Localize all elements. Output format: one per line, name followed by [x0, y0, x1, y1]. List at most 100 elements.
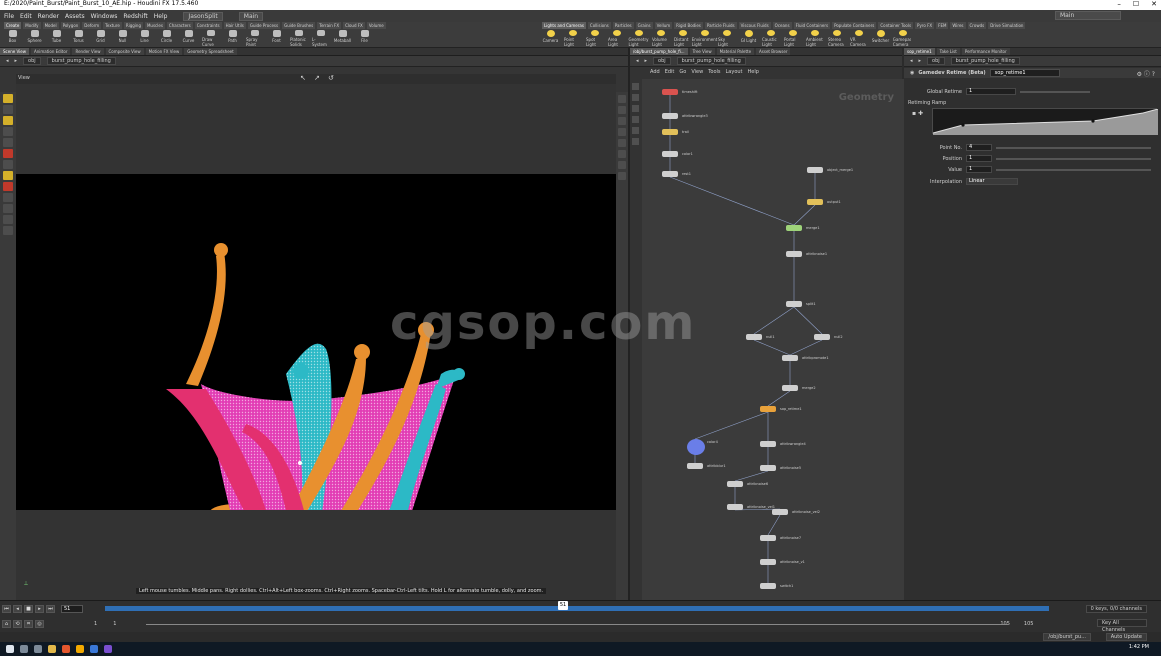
network-node[interactable]: [760, 535, 776, 541]
houdini-icon[interactable]: [76, 645, 84, 653]
menu-help[interactable]: Help: [748, 69, 759, 75]
shelf-right-tab[interactable]: FEM: [936, 22, 949, 29]
shelf-left-tab[interactable]: Characters: [166, 22, 193, 29]
path-obj[interactable]: obj: [927, 57, 945, 65]
shelf-tool-button[interactable]: Sphere: [26, 30, 43, 47]
timeline-cursor[interactable]: 51: [558, 601, 568, 610]
shelf-left-tab[interactable]: Cloud FX: [343, 22, 365, 29]
shelf-tool-button[interactable]: Volume Light: [652, 30, 669, 47]
menu-add[interactable]: Add: [650, 69, 660, 75]
camera-tool-icon[interactable]: [3, 193, 13, 202]
shelf-right-tab[interactable]: Oceans: [772, 22, 792, 29]
normals-icon[interactable]: [618, 150, 626, 158]
gear-icon[interactable]: ⚙ ⓘ ?: [1137, 69, 1155, 78]
net-tool-icon[interactable]: [632, 116, 639, 123]
shelf-left-tab[interactable]: Hair Utils: [223, 22, 246, 29]
tab-scene-view[interactable]: Scene View: [0, 48, 29, 55]
shelf-left-tab[interactable]: Create: [4, 22, 22, 29]
range-tool-icon[interactable]: ⌂: [2, 620, 11, 628]
shelf-left-tab[interactable]: Volume: [366, 22, 386, 29]
task-view-icon[interactable]: [34, 645, 42, 653]
range-end-2[interactable]: 105: [1024, 621, 1034, 627]
shelf-left-tab[interactable]: Terrain FX: [317, 22, 342, 29]
background-icon[interactable]: [618, 172, 626, 180]
eye-tool-icon[interactable]: [3, 226, 13, 235]
network-node[interactable]: [662, 171, 678, 177]
shelf-left-tab[interactable]: Modify: [23, 22, 41, 29]
shelf-tool-button[interactable]: Spot Light: [586, 30, 603, 47]
tab-composite-view[interactable]: Composite View: [105, 48, 144, 55]
shelf-tool-button[interactable]: Point Light: [564, 30, 581, 47]
retiming-ramp-editor[interactable]: [932, 108, 1159, 135]
shelf-right-tab[interactable]: Wires: [950, 22, 966, 29]
close-button[interactable]: ✕: [1151, 0, 1157, 8]
tab-params[interactable]: sop_retime1: [904, 48, 935, 55]
shelf-right-tab[interactable]: Populate Containers: [832, 22, 877, 29]
range-track[interactable]: [146, 624, 1008, 625]
net-tool-icon[interactable]: [632, 127, 639, 134]
shelf-tool-button[interactable]: Font: [268, 30, 285, 47]
back-arrow-icon[interactable]: ◂: [6, 58, 9, 64]
range-start-2[interactable]: 1: [113, 621, 116, 627]
menu-windows[interactable]: Windows: [91, 13, 118, 20]
global-retime-slider[interactable]: [1020, 90, 1090, 93]
menu-edit[interactable]: Edit: [20, 13, 32, 20]
shelf-right-tab[interactable]: Crowds: [967, 22, 987, 29]
range-start[interactable]: 1: [94, 621, 97, 627]
move-tool-icon[interactable]: [3, 116, 13, 125]
position-field[interactable]: 1: [966, 155, 992, 162]
tab-asset-browser[interactable]: Asset Browser: [756, 48, 791, 55]
path-obj[interactable]: obj: [653, 57, 671, 65]
network-node[interactable]: [786, 301, 802, 307]
network-node[interactable]: [772, 509, 788, 515]
menu-assets[interactable]: Assets: [65, 13, 85, 20]
ramp-add-icon[interactable]: ▪ ✚: [912, 110, 923, 117]
shelf-right-tab[interactable]: Particle Fluids: [704, 22, 737, 29]
shelf-right-tab[interactable]: Lights and Cameras: [542, 22, 586, 29]
brush-tool-icon[interactable]: [3, 160, 13, 169]
network-node[interactable]: [786, 225, 802, 231]
network-node[interactable]: [687, 463, 703, 469]
path-node[interactable]: burst_pump_hole_filling: [46, 57, 116, 65]
path-obj[interactable]: obj: [23, 57, 41, 65]
tab-geometry-spreadsheet[interactable]: Geometry Spreadsheet: [184, 48, 237, 55]
menu-go[interactable]: Go: [679, 69, 686, 75]
grid-icon[interactable]: [618, 161, 626, 169]
network-node[interactable]: [746, 334, 762, 340]
search-icon[interactable]: [20, 645, 28, 653]
range-tool-icon[interactable]: ⌗: [24, 620, 33, 628]
shelf-tool-button[interactable]: GI Light: [740, 30, 757, 47]
status-path[interactable]: /obj/burst_pu...: [1043, 633, 1091, 641]
display-option-icon[interactable]: [618, 95, 626, 103]
pose-tool-icon[interactable]: [3, 149, 13, 158]
node-name-field[interactable]: sop_retime1: [989, 69, 1060, 77]
stop-button[interactable]: ■: [24, 605, 33, 613]
shelf-right-tab[interactable]: Rigid Bodies: [674, 22, 703, 29]
shelf-tool-button[interactable]: Line: [136, 30, 153, 47]
network-node[interactable]: [727, 504, 743, 510]
shelf-right-tab[interactable]: Fluid Containers: [793, 22, 831, 29]
step-back-button[interactable]: ◂: [13, 605, 22, 613]
network-node[interactable]: [760, 465, 776, 471]
path-node[interactable]: burst_pump_hole_filling: [950, 57, 1020, 65]
shelf-left-tab[interactable]: Guide Process: [247, 22, 281, 29]
network-node[interactable]: [807, 167, 823, 173]
auto-update-button[interactable]: Auto Update: [1105, 633, 1147, 641]
right-desktop-select[interactable]: Main: [1055, 11, 1121, 20]
menu-render[interactable]: Render: [38, 13, 59, 20]
shelf-tool-button[interactable]: VR Camera: [850, 30, 867, 47]
tab-performance-monitor[interactable]: Performance Monitor: [961, 48, 1010, 55]
play-button[interactable]: ▸: [35, 605, 44, 613]
handle-tool-icon[interactable]: [3, 105, 13, 114]
shelf-left-tab[interactable]: Guide Brushes: [282, 22, 316, 29]
shelf-left-tab[interactable]: Texture: [103, 22, 122, 29]
shelf-tool-button[interactable]: Null: [114, 30, 131, 47]
shelf-right-tab[interactable]: Pyro FX: [915, 22, 935, 29]
forward-arrow-icon[interactable]: ▸: [645, 58, 648, 64]
points-icon[interactable]: [618, 139, 626, 147]
shelf-right-tab[interactable]: Drive Simulation: [988, 22, 1026, 29]
network-node[interactable]: [662, 129, 678, 135]
shelf-tool-button[interactable]: Switcher: [872, 30, 889, 47]
shelf-right-tab[interactable]: Grains: [635, 22, 653, 29]
interpolation-select[interactable]: Linear: [966, 178, 1018, 185]
